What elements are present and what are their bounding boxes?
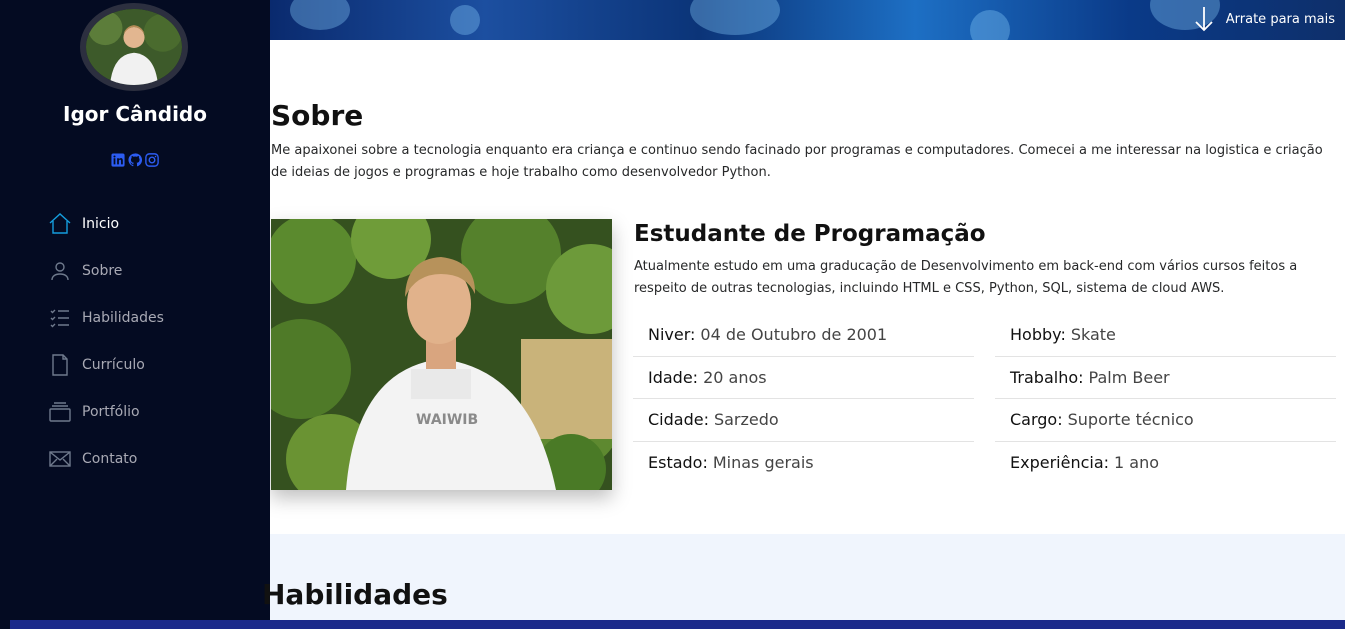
student-title: Estudante de Programação [634, 221, 986, 247]
collection-icon [48, 400, 72, 424]
nav-label-portfolio: Portfólio [82, 403, 140, 420]
profile-photo: WAIWIB [271, 219, 612, 490]
instagram-icon[interactable] [145, 153, 159, 167]
social-links [0, 153, 270, 167]
nav-item-contato[interactable]: Contato [48, 435, 164, 482]
nav-label-sobre: Sobre [82, 262, 123, 279]
hero-banner: Arrate para mais [270, 0, 1345, 40]
envelope-icon [48, 447, 72, 471]
about-text: Me apaixonei sobre a tecnologia enquanto… [271, 143, 1323, 180]
arrow-down-icon [1194, 6, 1214, 32]
person-icon [48, 259, 72, 283]
info-row: Idade: 20 anos [633, 357, 974, 399]
github-icon[interactable] [128, 153, 142, 167]
home-icon [48, 212, 72, 236]
info-row: Cidade: Sarzedo [633, 399, 974, 442]
info-row: Niver: 04 de Outubro de 2001 [633, 314, 974, 357]
info-row: Estado: Minas gerais [648, 453, 814, 473]
info-row: Experiência: 1 ano [1010, 453, 1160, 473]
about-title: Sobre [271, 99, 364, 132]
info-list-right: Hobby: Skate Trabalho: Palm Beer Cargo: Sup… [995, 314, 1336, 484]
info-row: Cargo: Suporte técnico [995, 399, 1336, 442]
info-row: Trabalho: Palm Beer [995, 357, 1336, 399]
file-icon [48, 353, 72, 377]
student-text: Atualmente estudo em uma graducação de D… [634, 259, 1298, 296]
sidebar: Igor Cândido Inicio Sobre Habilidades Cu… [0, 0, 270, 629]
sidebar-nav: Inicio Sobre Habilidades Currículo Portf… [48, 200, 164, 482]
nav-item-portfolio[interactable]: Portfólio [48, 388, 164, 435]
nav-label-habilidades: Habilidades [82, 309, 164, 326]
scroll-hint-label: Arrate para mais [1225, 11, 1335, 27]
nav-item-sobre[interactable]: Sobre [48, 247, 164, 294]
profile-avatar [80, 3, 188, 91]
nav-item-curriculo[interactable]: Currículo [48, 341, 164, 388]
list-icon [48, 306, 72, 330]
bottom-bar [10, 620, 1345, 629]
profile-name: Igor Cândido [63, 102, 207, 126]
nav-item-inicio[interactable]: Inicio [48, 200, 164, 247]
info-list-left: Niver: 04 de Outubro de 2001 Idade: 20 ano… [633, 314, 974, 484]
nav-item-habilidades[interactable]: Habilidades [48, 294, 164, 341]
linkedin-icon[interactable] [111, 153, 125, 167]
info-row: Hobby: Skate [995, 314, 1336, 357]
skills-title: Habilidades [262, 578, 448, 611]
nav-label-contato: Contato [82, 450, 138, 467]
nav-label-inicio: Inicio [82, 215, 120, 232]
scroll-hint[interactable]: Arrate para mais [1194, 6, 1335, 32]
nav-label-curriculo: Currículo [82, 356, 145, 373]
svg-text:WAIWIB: WAIWIB [416, 412, 478, 428]
